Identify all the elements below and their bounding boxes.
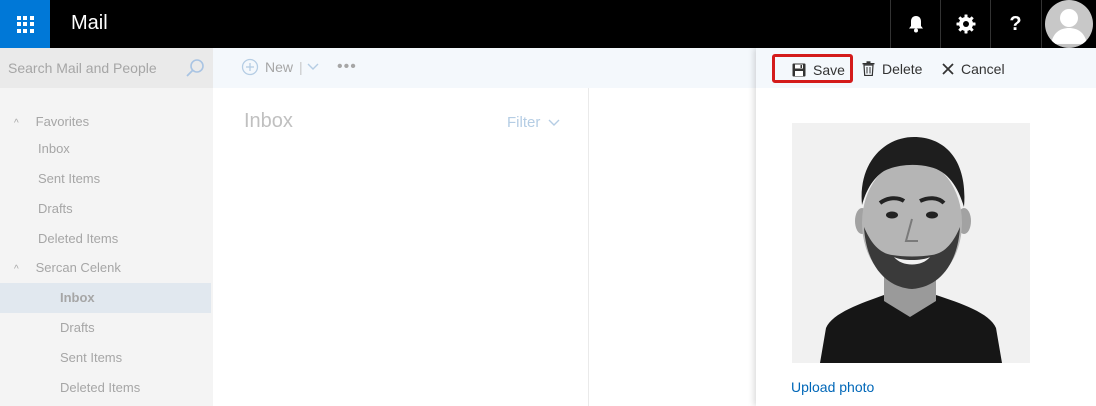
notifications-button[interactable] <box>890 0 940 48</box>
favorites-label: Favorites <box>35 114 90 129</box>
sidebar-item-drafts[interactable]: Drafts <box>60 313 95 343</box>
sidebar-item-sent-items[interactable]: Sent Items <box>60 343 122 373</box>
avatar <box>1045 0 1093 48</box>
filter-label: Filter <box>507 114 541 131</box>
delete-button[interactable]: Delete <box>862 54 922 83</box>
sidebar-item-favorites-drafts[interactable]: Drafts <box>38 194 73 224</box>
delete-label: Delete <box>882 60 923 77</box>
account-header[interactable]: ^ Sercan Celenk <box>14 253 121 283</box>
chevron-up-icon: ^ <box>14 118 19 129</box>
settings-button[interactable] <box>940 0 990 48</box>
filter-button[interactable]: Filter <box>507 114 560 131</box>
top-bar: Mail ? <box>0 0 1096 48</box>
account-button[interactable] <box>1041 0 1096 48</box>
floppy-disk-icon <box>792 63 806 77</box>
command-bar: New | ••• <box>213 48 756 88</box>
profile-photo <box>792 123 1030 363</box>
favorites-header[interactable]: ^ Favorites <box>14 107 89 137</box>
sidebar-item-favorites-deleted-items[interactable]: Deleted Items <box>38 224 118 254</box>
app-launcher-button[interactable] <box>0 0 50 48</box>
bell-icon <box>908 16 923 33</box>
new-message-button[interactable]: New | <box>241 58 319 76</box>
sidebar-item-favorites-sent-items[interactable]: Sent Items <box>38 164 100 194</box>
close-icon <box>942 62 954 75</box>
help-button[interactable]: ? <box>990 0 1040 48</box>
profile-edit-panel: Save Delete Cancel Upload photo <box>756 48 1096 406</box>
account-label: Sercan Celenk <box>35 260 121 275</box>
chevron-up-icon: ^ <box>14 264 19 275</box>
cancel-button[interactable]: Cancel <box>942 54 1005 83</box>
chevron-down-icon[interactable] <box>307 62 319 72</box>
folder-title: Inbox <box>244 110 293 132</box>
divider <box>588 88 589 406</box>
chevron-down-icon <box>548 119 560 126</box>
save-button[interactable]: Save <box>772 54 853 83</box>
plus-circle-icon <box>241 58 259 76</box>
search-input[interactable] <box>8 56 178 80</box>
app-title: Mail <box>71 12 108 34</box>
separator: | <box>299 59 303 75</box>
waffle-icon <box>16 15 34 33</box>
sidebar-item-inbox[interactable]: Inbox <box>0 283 211 313</box>
message-list: Inbox Filter <box>213 88 589 406</box>
search-icon[interactable] <box>185 58 205 78</box>
gear-icon <box>956 14 975 34</box>
panel-command-bar: Save Delete Cancel <box>756 48 1096 88</box>
help-icon: ? <box>1009 12 1022 35</box>
upload-photo-link[interactable]: Upload photo <box>791 379 874 395</box>
sidebar-item-favorites-inbox[interactable]: Inbox <box>38 134 70 164</box>
search-box <box>0 48 213 88</box>
cancel-label: Cancel <box>961 60 1005 77</box>
trash-icon <box>862 61 875 76</box>
save-label: Save <box>813 62 845 78</box>
folder-pane: ^ Favorites Inbox Sent Items Drafts Dele… <box>0 48 213 406</box>
new-label: New <box>265 59 294 75</box>
more-actions-button[interactable]: ••• <box>337 58 357 76</box>
sidebar-item-deleted-items[interactable]: Deleted Items <box>60 373 140 403</box>
